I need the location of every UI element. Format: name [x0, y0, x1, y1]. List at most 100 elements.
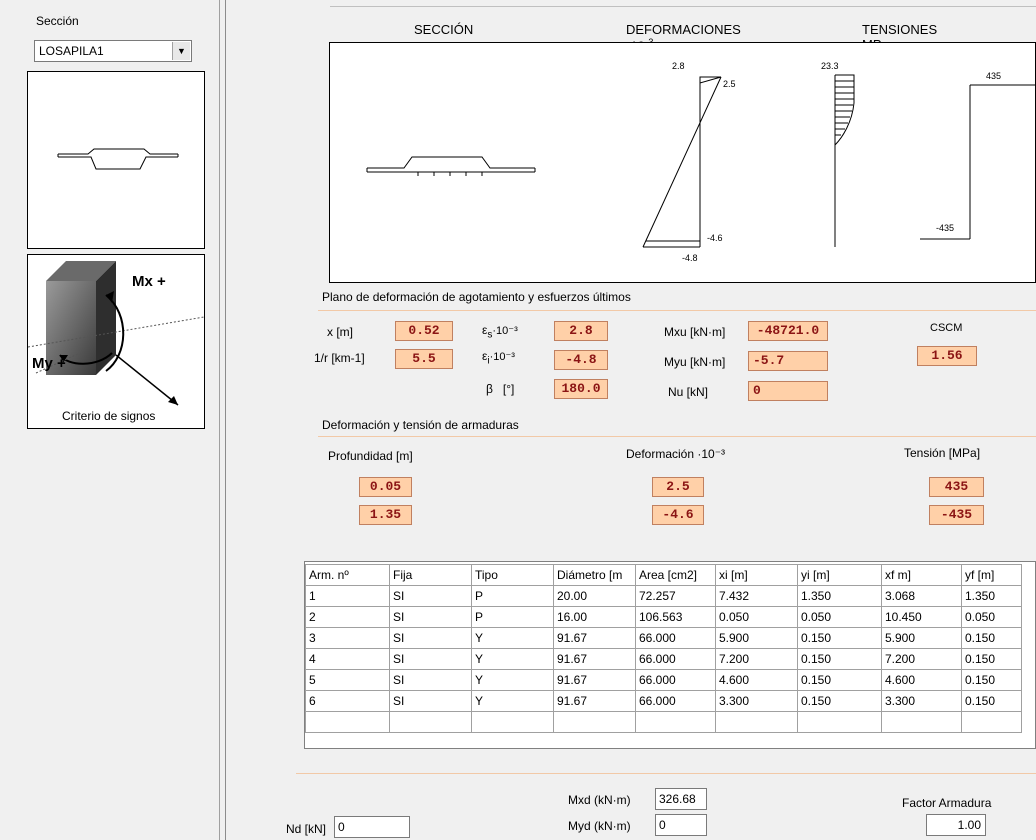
table-cell[interactable]: 4.600 [881, 669, 962, 691]
beta-value: 180.0 [554, 379, 608, 399]
table-cell[interactable]: 66.000 [635, 627, 716, 649]
prof-label: Profundidad [m] [328, 449, 413, 463]
table-cell[interactable]: 20.00 [553, 585, 636, 607]
table-cell[interactable] [797, 711, 882, 733]
table-cell[interactable]: 0.150 [797, 669, 882, 691]
table-cell[interactable]: SI [389, 606, 472, 628]
armaduras-table[interactable]: Arm. nº Fija Tipo Diámetro [m Area [cm2]… [304, 561, 1036, 749]
table-cell[interactable]: 3 [305, 627, 390, 649]
table-row-empty[interactable] [305, 711, 1022, 733]
table-cell[interactable] [961, 711, 1022, 733]
table-cell[interactable]: 0.150 [961, 669, 1022, 691]
prof-value-2: 1.35 [359, 505, 412, 525]
table-cell[interactable] [715, 711, 798, 733]
table-cell[interactable]: Y [471, 627, 554, 649]
table-cell[interactable]: 66.000 [635, 690, 716, 712]
table-row[interactable]: 1 SI P 20.00 72.257 7.432 1.350 3.068 1.350 [305, 585, 1022, 607]
table-cell[interactable]: 7.200 [881, 648, 962, 670]
col-fija[interactable]: Fija [389, 564, 472, 586]
col-arm[interactable]: Arm. nº [305, 564, 390, 586]
def-value-2: -4.6 [652, 505, 704, 525]
table-cell[interactable]: 16.00 [553, 606, 636, 628]
nd-input[interactable]: 0 [334, 816, 410, 838]
table-cell[interactable]: SI [389, 648, 472, 670]
table-cell[interactable]: SI [389, 627, 472, 649]
table-cell[interactable]: Y [471, 669, 554, 691]
table-cell[interactable]: 106.563 [635, 606, 716, 628]
section-select-value: LOSAPILA1 [39, 44, 104, 58]
table-cell[interactable]: 0.150 [961, 627, 1022, 649]
bottom-divider [296, 773, 1036, 774]
ten-label: Tensión [MPa] [904, 446, 981, 460]
table-cell[interactable]: 0.150 [797, 648, 882, 670]
table-cell[interactable]: 5.900 [715, 627, 798, 649]
table-cell[interactable]: 10.450 [881, 606, 962, 628]
col-diametro[interactable]: Diámetro [m [553, 564, 636, 586]
table-cell[interactable]: 0.150 [797, 690, 882, 712]
table-cell[interactable]: 7.200 [715, 648, 798, 670]
ei-value: -4.8 [554, 350, 608, 370]
nd-label: Nd [kN] [286, 822, 327, 836]
steel-bot: -435 [936, 223, 955, 233]
table-cell[interactable] [471, 711, 554, 733]
col-tipo[interactable]: Tipo [471, 564, 554, 586]
col-xi[interactable]: xi [m] [715, 564, 798, 586]
table-cell[interactable]: 1.350 [961, 585, 1022, 607]
table-cell[interactable]: 4 [305, 648, 390, 670]
table-cell[interactable]: SI [389, 690, 472, 712]
table-cell[interactable]: 0.150 [961, 648, 1022, 670]
table-row[interactable]: 3 SI Y 91.67 66.000 5.900 0.150 5.900 0.150 [305, 627, 1022, 649]
table-cell[interactable]: 5.900 [881, 627, 962, 649]
table-cell[interactable]: P [471, 585, 554, 607]
col-yf[interactable]: yf [m] [961, 564, 1022, 586]
factor-input[interactable]: 1.00 [926, 814, 986, 836]
table-cell[interactable]: 3.068 [881, 585, 962, 607]
table-cell[interactable]: 0.150 [797, 627, 882, 649]
col-area[interactable]: Area [cm2] [635, 564, 716, 586]
myu-value: -5.7 [748, 351, 828, 371]
table-cell[interactable] [389, 711, 472, 733]
table-cell[interactable]: 3.300 [715, 690, 798, 712]
table-row[interactable]: 6 SI Y 91.67 66.000 3.300 0.150 3.300 0.150 [305, 690, 1022, 712]
table-cell[interactable]: 1 [305, 585, 390, 607]
table-cell[interactable]: 0.050 [797, 606, 882, 628]
mxd-input[interactable]: 326.68 [655, 788, 707, 810]
table-cell[interactable]: 91.67 [553, 669, 636, 691]
table-cell[interactable]: 72.257 [635, 585, 716, 607]
prof-value-1: 0.05 [359, 477, 412, 497]
table-cell[interactable]: Y [471, 648, 554, 670]
myd-input[interactable]: 0 [655, 814, 707, 836]
table-cell[interactable] [305, 711, 390, 733]
table-cell[interactable] [553, 711, 636, 733]
table-row[interactable]: 4 SI Y 91.67 66.000 7.200 0.150 7.200 0.150 [305, 648, 1022, 670]
col-xf[interactable]: xf m] [881, 564, 962, 586]
nu-value: 0 [748, 381, 828, 401]
section-select[interactable]: LOSAPILA1 ▼ [34, 40, 192, 62]
table-cell[interactable]: SI [389, 585, 472, 607]
table-row[interactable]: 5 SI Y 91.67 66.000 4.600 0.150 4.600 0.150 [305, 669, 1022, 691]
section-preview [27, 71, 205, 249]
table-cell[interactable]: SI [389, 669, 472, 691]
chevron-down-icon[interactable]: ▼ [172, 42, 190, 60]
table-cell[interactable]: P [471, 606, 554, 628]
table-cell[interactable]: 2 [305, 606, 390, 628]
table-cell[interactable]: 0.050 [715, 606, 798, 628]
table-cell[interactable]: 4.600 [715, 669, 798, 691]
table-cell[interactable]: 3.300 [881, 690, 962, 712]
table-cell[interactable]: 0.050 [961, 606, 1022, 628]
table-cell[interactable]: 66.000 [635, 648, 716, 670]
table-cell[interactable]: 1.350 [797, 585, 882, 607]
table-cell[interactable]: 0.150 [961, 690, 1022, 712]
table-cell[interactable]: 7.432 [715, 585, 798, 607]
table-cell[interactable] [635, 711, 716, 733]
col-yi[interactable]: yi [m] [797, 564, 882, 586]
table-cell[interactable] [881, 711, 962, 733]
table-cell[interactable]: 66.000 [635, 669, 716, 691]
table-cell[interactable]: 91.67 [553, 690, 636, 712]
table-cell[interactable]: 5 [305, 669, 390, 691]
table-cell[interactable]: 6 [305, 690, 390, 712]
table-cell[interactable]: Y [471, 690, 554, 712]
table-cell[interactable]: 91.67 [553, 648, 636, 670]
table-row[interactable]: 2 SI P 16.00 106.563 0.050 0.050 10.450 0.050 [305, 606, 1022, 628]
table-cell[interactable]: 91.67 [553, 627, 636, 649]
